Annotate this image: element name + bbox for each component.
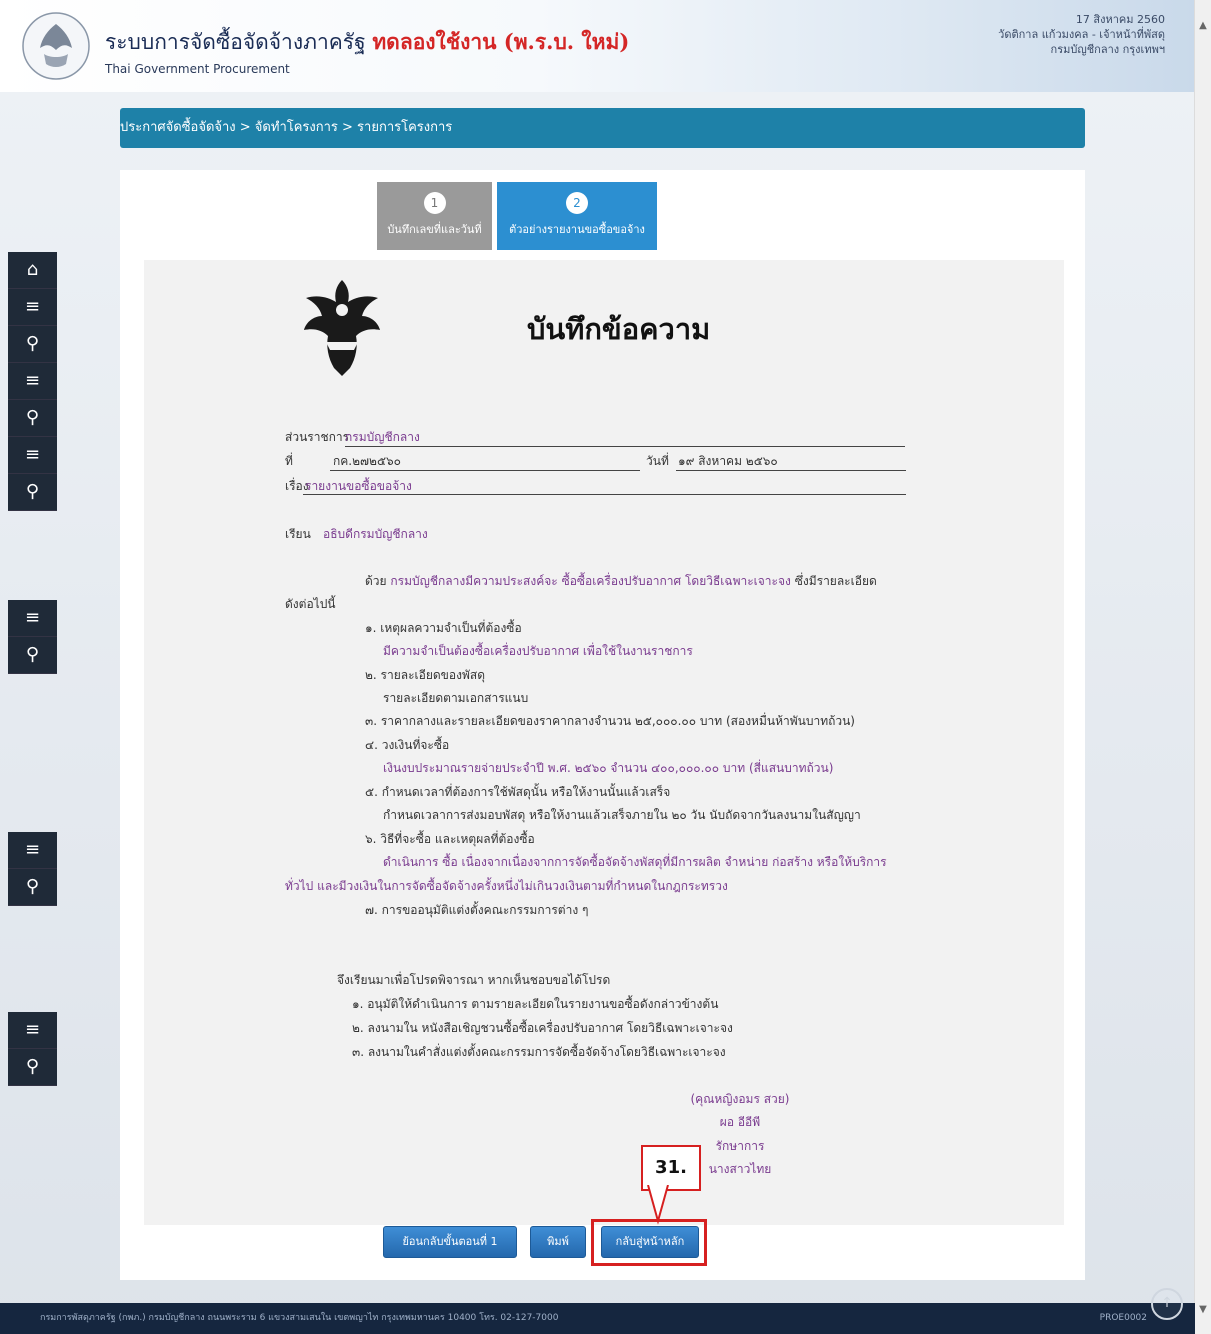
menu-icon[interactable]: ≡ xyxy=(8,832,57,869)
step-1-number: 1 xyxy=(423,192,446,214)
user-info: 17 สิงหาคม 2560 วัดติกาล แก้วมงคล - เจ้า… xyxy=(998,12,1165,57)
intro-line: ด้วย กรมบัญชีกลางมีความประสงค์จะ ซื้อซื้… xyxy=(365,572,877,591)
menu-icon[interactable]: ≡ xyxy=(8,600,57,637)
to-label: เรียน xyxy=(285,527,311,541)
user-name: วัดติกาล แก้วมงคล - เจ้าหน้าที่พัสดุ xyxy=(998,28,1165,41)
date-underline xyxy=(676,470,906,471)
scroll-down-arrow-icon[interactable]: ▼ xyxy=(1195,1302,1211,1318)
step-2-tab[interactable]: 2 ตัวอย่างรายงานขอซื้อขอจ้าง xyxy=(497,182,657,250)
signatory-name: (คุณหญิงอมร สวย) xyxy=(690,1092,790,1106)
item-2-label: ๒. รายละเอียดของพัสดุ xyxy=(365,668,485,682)
intro-suffix: ซึ่งมีรายละเอียด xyxy=(794,574,877,588)
item-5-value: กำหนดเวลาการส่งมอบพัสดุ หรือให้งานแล้วเส… xyxy=(383,808,861,822)
doc-no-value: กค.๒๗๒๕๖๐ xyxy=(333,454,401,468)
intro-prefix: ด้วย xyxy=(365,574,387,588)
app-title-english: Thai Government Procurement xyxy=(105,62,290,76)
item-1-label: ๑. เหตุผลความจำเป็นที่ต้องซื้อ xyxy=(365,621,522,635)
scroll-to-top-icon[interactable]: ↑ xyxy=(1151,1288,1183,1320)
menu-icon[interactable]: ≡ xyxy=(8,363,57,400)
search-icon[interactable]: ⚲ xyxy=(8,637,57,674)
sidebar-group-2: ≡ ⚲ xyxy=(8,600,57,674)
app-title-main: ระบบการจัดซื้อจัดจ้างภาครัฐ xyxy=(105,30,366,54)
thai-government-logo xyxy=(22,12,90,80)
sidebar-group-4: ≡ ⚲ xyxy=(8,1012,57,1086)
current-date: 17 สิงหาคม 2560 xyxy=(1075,13,1165,26)
memo-title: บันทึกข้อความ xyxy=(527,312,711,346)
item-1-value: มีความจำเป็นต้องซื้อเครื่องปรับอากาศ เพื… xyxy=(383,644,693,658)
intro-continue: ดังต่อไปนี้ xyxy=(285,597,336,611)
step-1-tab[interactable]: 1 บันทึกเลขที่และวันที่ xyxy=(377,182,492,250)
user-department: กรมบัญชีกลาง กรุงเทพฯ xyxy=(1050,43,1165,56)
item-5-label: ๕. กำหนดเวลาที่ต้องการใช้พัสดุนั้น หรือใ… xyxy=(365,785,671,799)
footer: กรมการพัสดุภาครัฐ (กพภ.) กรมบัญชีกลาง ถน… xyxy=(0,1303,1195,1334)
memo-preview xyxy=(144,260,1064,1225)
footer-address: กรมการพัสดุภาครัฐ (กพภ.) กรมบัญชีกลาง ถน… xyxy=(40,1313,559,1323)
app-header: ระบบการจัดซื้อจัดจ้างภาครัฐ ทดลองใช้งาน … xyxy=(0,0,1195,92)
search-icon[interactable]: ⚲ xyxy=(8,326,57,363)
intro-agency: กรมบัญชีกลางมีความประสงค์จะ xyxy=(390,574,558,588)
step-2-label: ตัวอย่างรายงานขอซื้อขอจ้าง xyxy=(509,223,645,236)
step-1-label: บันทึกเลขที่และวันที่ xyxy=(387,223,482,236)
closing-text: จึงเรียนมาเพื่อโปรดพิจารณา หากเห็นชอบขอไ… xyxy=(337,973,611,987)
search-icon[interactable]: ⚲ xyxy=(8,400,57,437)
home-button-highlight xyxy=(591,1219,707,1266)
page-code: PROE0002 xyxy=(1099,1313,1147,1323)
breadcrumb: ประกาศจัดซื้อจัดจ้าง > จัดทำโครงการ > รา… xyxy=(120,108,1085,148)
search-icon[interactable]: ⚲ xyxy=(8,1049,57,1086)
agency-label: ส่วนราชการ xyxy=(285,430,350,444)
scroll-up-arrow-icon[interactable]: ▲ xyxy=(1195,18,1211,34)
sidebar-group-3: ≡ ⚲ xyxy=(8,832,57,906)
back-to-step-1-button[interactable]: ย้อนกลับขั้นตอนที่ 1 xyxy=(383,1226,517,1258)
date-label: วันที่ xyxy=(646,454,669,468)
item-6-value-line2: ทั่วไป และมีวงเงินในการจัดซื้อจัดจ้างครั… xyxy=(285,879,728,893)
item-6-value-line1: ดำเนินการ ซื้อ เนื่องจากเนื่องจากการจัดซ… xyxy=(383,855,887,869)
home-icon[interactable]: ⌂ xyxy=(8,252,57,289)
closing-item-3: ๓. ลงนามในคำสั่งแต่งตั้งคณะกรรมการจัดซื้… xyxy=(352,1045,726,1059)
doc-no-underline xyxy=(330,470,640,471)
closing-item-1: ๑. อนุมัติให้ดำเนินการ ตามรายละเอียดในรา… xyxy=(352,997,719,1011)
agency-underline xyxy=(345,446,905,447)
item-3: ๓. ราคากลางและรายละเอียดของราคากลางจำนวน… xyxy=(365,714,855,728)
app-title: ระบบการจัดซื้อจัดจ้างภาครัฐ ทดลองใช้งาน … xyxy=(105,26,629,59)
breadcrumb-text: ประกาศจัดซื้อจัดจ้าง > จัดทำโครงการ > รา… xyxy=(120,120,453,135)
menu-icon[interactable]: ≡ xyxy=(8,289,57,326)
intro-purpose: ซื้อซื้อเครื่องปรับอากาศ โดยวิธีเฉพาะเจา… xyxy=(561,574,791,588)
agency-value: กรมบัญชีกลาง xyxy=(345,430,420,444)
app-title-test-mode: ทดลองใช้งาน (พ.ร.บ. ใหม่) xyxy=(372,29,630,54)
item-6-label: ๖. วิธีที่จะซื้อ และเหตุผลที่ต้องซื้อ xyxy=(365,832,535,846)
print-button[interactable]: พิมพ์ xyxy=(530,1226,586,1258)
item-7: ๗. การขออนุมัติแต่งตั้งคณะกรรมการต่าง ๆ xyxy=(365,903,589,917)
menu-icon[interactable]: ≡ xyxy=(8,437,57,474)
closing-item-2: ๒. ลงนามใน หนังสือเชิญชวนซื้อซื้อเครื่อง… xyxy=(352,1021,733,1035)
item-4-value: เงินงบประมาณรายจ่ายประจำปี พ.ศ. ๒๕๖๐ จำน… xyxy=(383,761,834,775)
item-2-value: รายละเอียดตามเอกสารแนบ xyxy=(383,691,529,705)
step-2-number: 2 xyxy=(566,192,588,214)
sidebar-group-1: ⌂ ≡ ⚲ ≡ ⚲ ≡ ⚲ xyxy=(8,252,57,511)
signatory-position-1: ผอ อีอีพี xyxy=(719,1115,761,1129)
garuda-emblem-icon xyxy=(304,280,380,376)
item-4-label: ๔. วงเงินที่จะซื้อ xyxy=(365,738,450,752)
search-icon[interactable]: ⚲ xyxy=(8,474,57,511)
subject-underline xyxy=(303,494,906,495)
search-icon[interactable]: ⚲ xyxy=(8,869,57,906)
wizard-steps: 1 บันทึกเลขที่และวันที่ 2 ตัวอย่างรายงาน… xyxy=(377,182,829,250)
doc-no-label: ที่ xyxy=(285,454,293,468)
menu-icon[interactable]: ≡ xyxy=(8,1012,57,1049)
date-value: ๑๙ สิงหาคม ๒๕๖๐ xyxy=(678,454,778,468)
to-value: อธิบดีกรมบัญชีกลาง xyxy=(323,527,428,541)
vertical-scrollbar[interactable]: ▲ ▼ xyxy=(1194,0,1211,1334)
